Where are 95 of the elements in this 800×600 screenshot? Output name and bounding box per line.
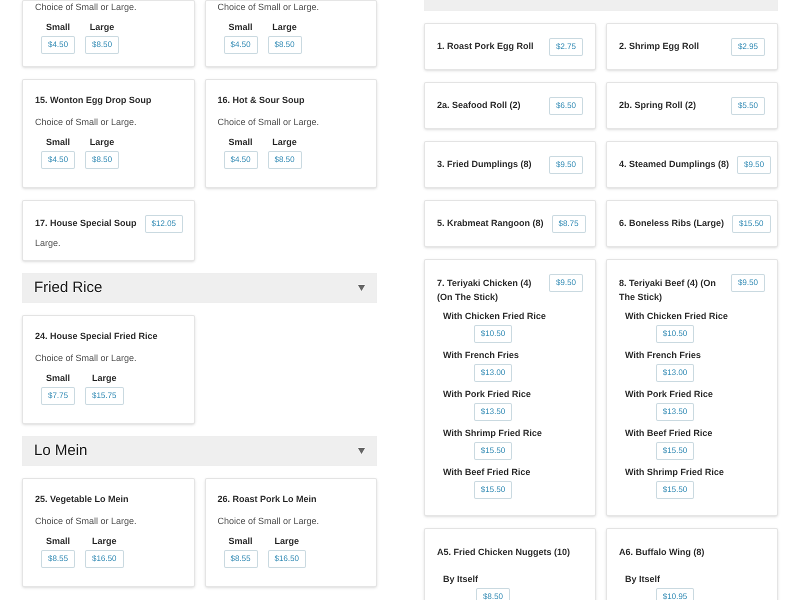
item-name: 2. Shrimp Egg Roll xyxy=(619,40,700,52)
item-name: 4. Steamed Dumplings (8) xyxy=(619,158,730,170)
price-button[interactable]: $8.55 xyxy=(41,550,76,568)
section-title: Fried Rice xyxy=(34,278,102,298)
option-label: By Itself xyxy=(443,573,478,585)
size-label: Small xyxy=(46,372,70,384)
price-button[interactable]: $7.75 xyxy=(41,387,76,405)
item-description: Choice of Small or Large. xyxy=(35,1,138,13)
price-button[interactable]: $10.50 xyxy=(474,325,512,343)
size-label: Small xyxy=(228,535,253,547)
price-button[interactable]: $12.05 xyxy=(144,215,183,233)
item-description: Choice of Small or Large. xyxy=(218,1,320,13)
caret-icon xyxy=(358,285,365,291)
price-button[interactable]: $4.50 xyxy=(41,151,76,169)
size-label: Small xyxy=(46,136,70,148)
size-label: Large xyxy=(92,372,117,384)
price-button[interactable]: $13.50 xyxy=(656,403,694,421)
size-label: Large xyxy=(272,136,297,148)
section-header[interactable]: Fried Rice xyxy=(22,273,377,303)
item-name: 16. Hot & Sour Soup xyxy=(218,94,306,106)
price-button[interactable]: $10.95 xyxy=(656,588,694,600)
item-name: 3. Fried Dumplings (8) xyxy=(437,158,532,170)
option-label: With Shrimp Fried Rice xyxy=(625,466,724,478)
size-label: Large xyxy=(90,136,114,148)
price-button[interactable]: $4.50 xyxy=(224,36,258,54)
price-button[interactable]: $8.50 xyxy=(85,151,120,169)
price-button[interactable]: $8.50 xyxy=(85,36,120,54)
item-name: A6. Buffalo Wing (8) xyxy=(619,546,704,559)
option-label: With Beef Fried Rice xyxy=(443,466,530,478)
item-name: 25. Vegetable Lo Mein xyxy=(35,493,130,505)
price-button[interactable]: $8.75 xyxy=(552,215,586,233)
size-label: Large xyxy=(272,21,297,33)
item-name: 8. Teriyaki Beef (4) (On The Stick) xyxy=(619,277,717,304)
item-description: Choice of Small or Large. xyxy=(218,515,320,527)
price-button[interactable]: $15.50 xyxy=(732,215,770,233)
price-button[interactable]: $13.00 xyxy=(656,364,694,382)
size-label: Large xyxy=(274,535,300,547)
price-button[interactable]: $9.50 xyxy=(737,156,772,174)
price-button[interactable]: $15.50 xyxy=(656,442,694,460)
price-button[interactable]: $15.75 xyxy=(85,387,124,405)
item-name: 1. Roast Pork Egg Roll xyxy=(437,40,534,52)
option-label: With French Fries xyxy=(625,349,701,361)
price-button[interactable]: $13.00 xyxy=(474,364,512,382)
price-button[interactable]: $9.50 xyxy=(730,274,765,292)
item-name: 26. Roast Pork Lo Mein xyxy=(218,493,318,505)
item-name: 6. Boneless Ribs (Large) xyxy=(619,217,724,229)
size-label: Small xyxy=(46,21,70,33)
item-name: 2a. Seafood Roll (2) xyxy=(437,99,521,111)
price-button[interactable]: $4.50 xyxy=(41,36,76,54)
price-button[interactable]: $2.95 xyxy=(730,38,765,56)
price-button[interactable]: $16.50 xyxy=(85,550,124,568)
price-button[interactable]: $5.50 xyxy=(730,97,765,115)
item-name: A5. Fried Chicken Nuggets (10) xyxy=(437,546,570,559)
price-button[interactable]: $16.50 xyxy=(268,550,306,568)
price-button[interactable]: $4.50 xyxy=(224,151,258,169)
size-label: Small xyxy=(228,21,253,33)
price-button[interactable]: $13.50 xyxy=(474,403,512,421)
option-label: With French Fries xyxy=(443,349,519,361)
price-button[interactable]: $8.50 xyxy=(476,588,510,600)
option-label: By Itself xyxy=(625,573,660,585)
item-name: 7. Teriyaki Chicken (4) (On The Stick) xyxy=(437,277,532,304)
option-label: With Chicken Fried Rice xyxy=(625,310,728,322)
option-label: With Pork Fried Rice xyxy=(625,388,713,400)
section-title: Lo Mein xyxy=(34,440,88,461)
item-name: 15. Wonton Egg Drop Soup xyxy=(35,94,152,106)
price-button[interactable]: $15.50 xyxy=(474,481,512,499)
price-button[interactable]: $9.50 xyxy=(548,156,583,174)
item-name: 17. House Special Soup xyxy=(35,217,137,229)
option-label: With Chicken Fried Rice xyxy=(443,310,546,322)
price-button[interactable]: $6.50 xyxy=(548,97,583,115)
size-label: Large xyxy=(90,21,114,33)
item-description: Choice of Small or Large. xyxy=(218,116,320,128)
caret-icon xyxy=(358,448,365,454)
item-name: 2b. Spring Roll (2) xyxy=(619,99,696,111)
price-button[interactable]: $8.55 xyxy=(224,550,258,568)
price-button[interactable]: $10.50 xyxy=(656,325,694,343)
item-description: Choice of Small or Large. xyxy=(35,116,138,128)
price-button[interactable]: $9.50 xyxy=(548,274,583,292)
item-description: Large. xyxy=(35,237,62,249)
price-button[interactable]: $15.50 xyxy=(656,481,694,499)
option-label: With Beef Fried Rice xyxy=(625,427,712,439)
size-label: Small xyxy=(46,535,70,547)
item-name: 5. Krabmeat Rangoon (8) xyxy=(437,217,544,229)
item-description: Choice of Small or Large. xyxy=(35,515,138,527)
section-header[interactable]: Lo Mein xyxy=(22,436,377,466)
price-button[interactable]: $2.75 xyxy=(548,38,583,56)
price-button[interactable]: $15.50 xyxy=(474,442,512,460)
price-button[interactable]: $8.50 xyxy=(268,36,302,54)
item-name: 24. House Special Fried Rice xyxy=(35,330,159,342)
size-label: Small xyxy=(228,136,253,148)
item-description: Choice of Small or Large. xyxy=(35,352,138,364)
price-button[interactable]: $8.50 xyxy=(268,151,302,169)
option-label: With Pork Fried Rice xyxy=(443,388,531,400)
option-label: With Shrimp Fried Rice xyxy=(443,427,542,439)
size-label: Large xyxy=(92,535,117,547)
